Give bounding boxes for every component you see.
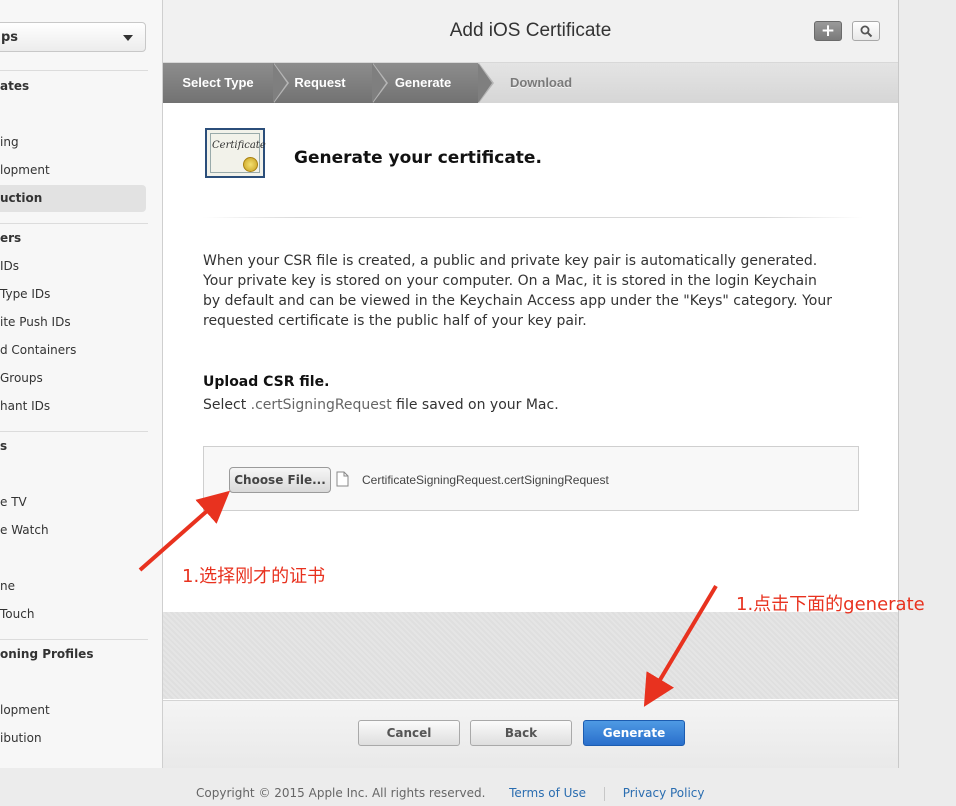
step-select-type: Select Type: [163, 63, 289, 103]
step-generate-label: Generate: [394, 75, 452, 90]
step-request-label: Request: [294, 75, 346, 90]
arrow-to-generate: [643, 584, 718, 707]
step-select-type-label: Select Type: [182, 75, 254, 90]
arrow-to-choose-file: [138, 490, 231, 572]
annotation-generate: 1.点击下面的generate: [736, 594, 925, 615]
annotation-arrows: [138, 490, 718, 707]
annotation-choose-file: 1.选择刚才的证书: [182, 566, 326, 587]
